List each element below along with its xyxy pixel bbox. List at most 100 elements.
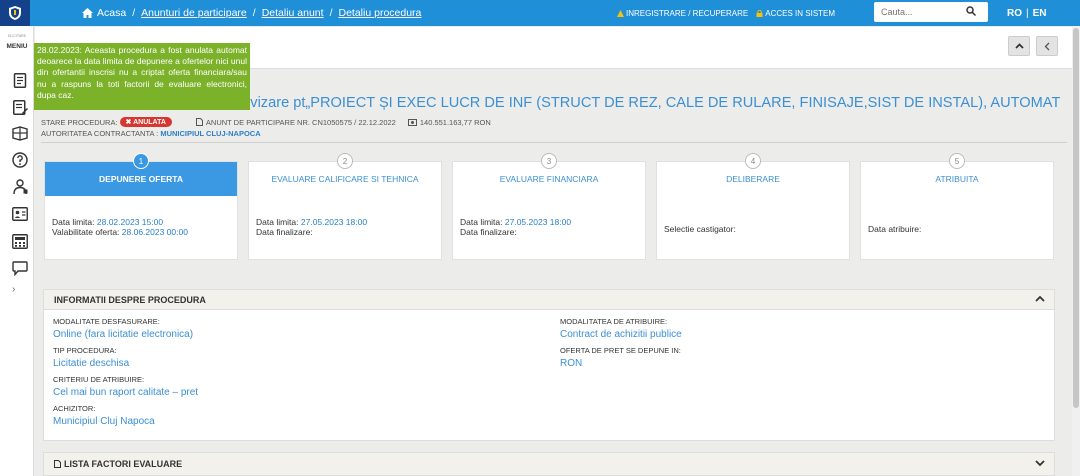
field-value: Contract de achizitii publice bbox=[560, 329, 682, 340]
back-button[interactable] bbox=[1036, 36, 1058, 56]
sidebar-item-notices[interactable] bbox=[11, 71, 29, 89]
breadcrumb-detaliu-procedura[interactable]: Detaliu procedura bbox=[339, 7, 422, 19]
step-line-value: 27.05.2023 18:00 bbox=[504, 217, 572, 227]
procedure-status-row: STARE PROCEDURA: ✖ ANULATA ANUNT DE PART… bbox=[41, 116, 503, 128]
step-depunere-oferta[interactable]: DEPUNERE OFERTA Data limita: 28.02.2023 … bbox=[44, 161, 238, 260]
estimated-value-text: 140.551.163,77 RON bbox=[419, 117, 491, 127]
sidebar-item-help[interactable] bbox=[11, 151, 29, 169]
sidebar: ELICITARE MENIU › bbox=[0, 26, 34, 476]
field-oferta-pret: OFERTA DE PRET SE DEPUNE IN: RON bbox=[560, 346, 681, 369]
field-label: MODALITATEA DE ATRIBUIRE: bbox=[560, 317, 668, 326]
language-switch: RO | EN bbox=[1007, 0, 1047, 26]
cancellation-notice: 28.02.2023: Aceasta procedura a fost anu… bbox=[34, 43, 250, 110]
home-icon bbox=[82, 8, 93, 18]
field-value: Online (fara licitatie electronica) bbox=[53, 329, 194, 340]
collapse-header-button[interactable] bbox=[1008, 36, 1030, 56]
sidebar-brand: ELICITARE bbox=[8, 34, 26, 38]
step-line-label: Valabilitate oferta: bbox=[52, 227, 122, 237]
search-icon[interactable] bbox=[966, 6, 976, 16]
lang-ro[interactable]: RO bbox=[1007, 8, 1022, 19]
status-badge-text: ANULATA bbox=[133, 119, 166, 126]
breadcrumb-anunturi[interactable]: Anunturi de participare bbox=[141, 7, 247, 19]
field-label: CRITERIU DE ATRIBUIRE: bbox=[53, 375, 145, 384]
authority-label: AUTORITATEA CONTRACTANTA : bbox=[41, 129, 159, 138]
step-evaluare-calificare[interactable]: EVALUARE CALIFICARE SI TEHNICA Data limi… bbox=[248, 161, 442, 260]
step-number-3: 3 bbox=[541, 153, 557, 169]
account-links: INREGISTRARE / RECUPERARE ACCES IN SISTE… bbox=[617, 0, 843, 26]
step-line-label: Data finalizare: bbox=[460, 227, 517, 237]
top-bar: Acasa / Anunturi de participare / Detali… bbox=[0, 0, 1080, 26]
step-line-value: 28.02.2023 15:00 bbox=[96, 217, 164, 227]
procedure-title: servizare pt„PROIECT ȘI EXEC LUCR DE INF… bbox=[230, 95, 1060, 111]
breadcrumb: Acasa / Anunturi de participare / Detali… bbox=[82, 0, 421, 26]
field-achizitor: ACHIZITOR: Municipiul Cluj Napoca bbox=[53, 404, 155, 427]
login-link[interactable]: ACCES IN SISTEM bbox=[756, 9, 835, 18]
step-line-label: Data limita: bbox=[256, 217, 301, 227]
status-label: STARE PROCEDURA: bbox=[41, 117, 118, 127]
estimated-value: 140.551.163,77 RON bbox=[407, 117, 491, 127]
lock-icon bbox=[756, 9, 763, 17]
cube-icon bbox=[12, 125, 28, 141]
announcement-text: ANUNT DE PARTICIPARE NR. CN1050575 / 22.… bbox=[205, 117, 396, 127]
chevron-down-icon[interactable] bbox=[1035, 460, 1045, 467]
lang-en[interactable]: EN bbox=[1033, 8, 1047, 19]
status-badge: ✖ ANULATA bbox=[119, 117, 172, 127]
procedure-info-title: INFORMATII DESPRE PROCEDURA bbox=[54, 295, 206, 305]
login-label: ACCES IN SISTEM bbox=[765, 8, 836, 18]
announcement-info[interactable]: ANUNT DE PARTICIPARE NR. CN1050575 / 22.… bbox=[195, 117, 396, 127]
field-criteriu-atribuire: CRITERIU DE ATRIBUIRE: Cel mai bun rapor… bbox=[53, 375, 198, 398]
breadcrumb-home[interactable]: Acasa bbox=[97, 7, 126, 19]
step-line-label: Data limita: bbox=[52, 217, 97, 227]
step-atribuita[interactable]: ATRIBUITA Data atribuire: bbox=[860, 161, 1054, 260]
file-icon bbox=[195, 118, 203, 126]
field-modalitatea-atribuire: MODALITATEA DE ATRIBUIRE: Contract de ac… bbox=[560, 317, 682, 340]
field-label: OFERTA DE PRET SE DEPUNE IN: bbox=[560, 346, 681, 355]
question-icon bbox=[12, 152, 28, 168]
step-body: Data atribuire: bbox=[868, 224, 922, 234]
sidebar-item-support[interactable] bbox=[11, 178, 29, 196]
sidebar-item-messages[interactable] bbox=[11, 259, 29, 277]
site-logo[interactable] bbox=[0, 0, 30, 26]
step-deliberare[interactable]: DELIBERARE Selectie castigator: bbox=[656, 161, 850, 260]
search-box bbox=[874, 2, 988, 22]
procedure-info-header[interactable]: INFORMATII DESPRE PROCEDURA bbox=[44, 290, 1054, 310]
authority-link[interactable]: MUNICIPIUL CLUJ-NAPOCA bbox=[160, 129, 260, 138]
step-body: Selectie castigator: bbox=[664, 224, 736, 234]
sidebar-menu-label[interactable]: MENIU bbox=[0, 43, 34, 50]
page-scrollbar[interactable] bbox=[1072, 26, 1080, 476]
field-label: TIP PROCEDURA: bbox=[53, 346, 117, 355]
register-label: INREGISTRARE / RECUPERARE bbox=[626, 8, 749, 18]
evaluation-factors-title-wrap: LISTA FACTORI EVALUARE bbox=[54, 459, 182, 469]
contracting-authority: AUTORITATEA CONTRACTANTA : MUNICIPIUL CL… bbox=[41, 129, 261, 138]
step-number-5: 5 bbox=[949, 153, 965, 169]
field-value[interactable]: Municipiul Cluj Napoca bbox=[53, 416, 155, 427]
search-input[interactable] bbox=[874, 3, 964, 21]
user-support-icon bbox=[12, 179, 27, 195]
field-value: Cel mai bun raport calitate – pret bbox=[53, 387, 199, 398]
register-link[interactable]: INREGISTRARE / RECUPERARE bbox=[617, 9, 748, 18]
sidebar-item-contact[interactable] bbox=[11, 205, 29, 223]
breadcrumb-separator: / bbox=[252, 7, 256, 19]
breadcrumb-separator: / bbox=[329, 7, 333, 19]
field-modalitate-desfasurare: MODALITATE DESFASURARE: Online (fara lic… bbox=[53, 317, 193, 340]
warning-icon bbox=[617, 9, 624, 17]
field-value: RON bbox=[560, 358, 583, 369]
breadcrumb-detaliu-anunt[interactable]: Detaliu anunt bbox=[262, 7, 324, 19]
step-evaluare-financiara[interactable]: EVALUARE FINANCIARA Data limita: 27.05.2… bbox=[452, 161, 646, 260]
money-icon bbox=[407, 118, 417, 126]
chevron-up-icon[interactable] bbox=[1035, 295, 1045, 302]
step-body: Data limita: 28.02.2023 15:00 Valabilita… bbox=[52, 217, 188, 237]
sidebar-item-catalog[interactable] bbox=[11, 124, 29, 142]
sidebar-item-procedures[interactable] bbox=[11, 98, 29, 116]
step-line-label: Data finalizare: bbox=[256, 227, 313, 237]
scrollbar-thumb[interactable] bbox=[1073, 28, 1079, 408]
header-divider bbox=[41, 142, 1067, 143]
sidebar-expand-icon[interactable]: › bbox=[12, 284, 15, 295]
sidebar-item-reports[interactable] bbox=[11, 232, 29, 250]
evaluation-factors-panel[interactable]: LISTA FACTORI EVALUARE bbox=[43, 452, 1055, 476]
chat-icon bbox=[12, 260, 28, 276]
calculator-icon bbox=[12, 233, 28, 249]
step-line-value: 27.05.2023 18:00 bbox=[300, 217, 368, 227]
evaluation-factors-title: LISTA FACTORI EVALUARE bbox=[64, 459, 183, 469]
step-body: Data limita: 27.05.2023 18:00 Data final… bbox=[460, 217, 571, 237]
